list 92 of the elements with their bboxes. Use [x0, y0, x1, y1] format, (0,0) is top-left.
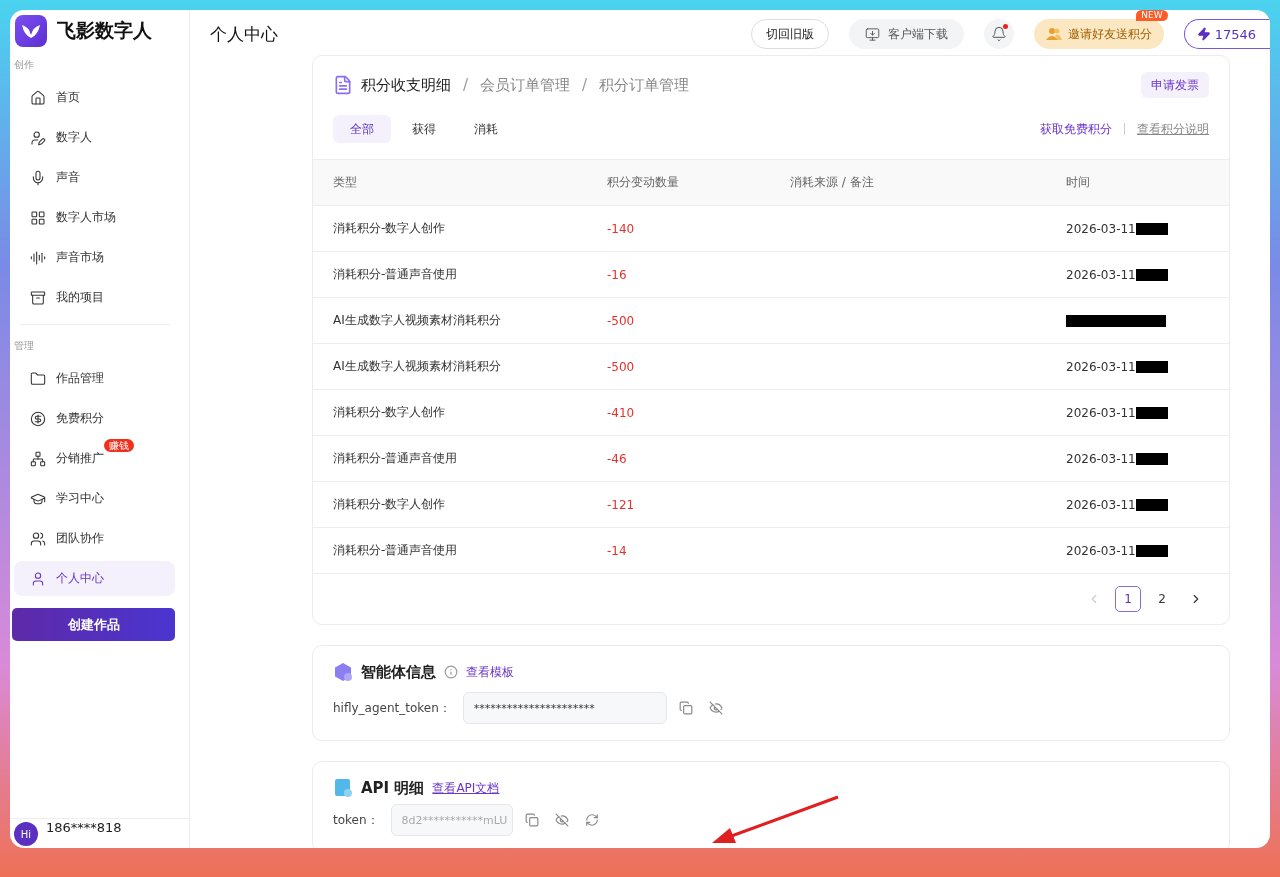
sound-wave-icon	[30, 249, 46, 266]
agent-icon	[333, 662, 353, 682]
table-cell: 2026-03-11	[1066, 497, 1136, 512]
table-cell: 消耗积分-普通声音使用	[313, 435, 587, 481]
sidebar-item[interactable]: 团队协作	[14, 521, 175, 556]
breadcrumb-separator: /	[463, 76, 469, 94]
filter-tab[interactable]: 消耗	[457, 115, 515, 143]
invite-button[interactable]: 邀请好友送积分	[1033, 19, 1164, 49]
new-badge: NEW	[1136, 10, 1168, 21]
table-cell: -410	[587, 389, 770, 435]
document-icon	[333, 75, 353, 95]
create-button[interactable]: 创建作品	[12, 608, 175, 641]
table-cell: -140	[587, 205, 770, 251]
sidebar-item[interactable]: 免费积分	[14, 401, 175, 436]
section-label: 管理	[13, 339, 35, 353]
bell-icon	[990, 26, 1007, 42]
column-header: 积分变动数量	[587, 159, 770, 205]
table-cell: -121	[587, 481, 770, 527]
old-version-button[interactable]: 切回旧版	[750, 19, 829, 49]
api-docs-link[interactable]: 查看API文档	[432, 779, 500, 797]
table-cell: AI生成数字人视频素材消耗积分	[313, 297, 587, 343]
field-label: token：	[333, 811, 379, 829]
table-cell: 2026-03-11	[1066, 267, 1136, 282]
table-cell: -14	[587, 527, 770, 573]
breadcrumb-tab[interactable]: 积分订单管理	[599, 75, 690, 95]
table-cell: 消耗积分-普通声音使用	[313, 251, 587, 297]
sidebar-item[interactable]: 数字人市场	[14, 200, 175, 235]
table-cell: 2026-03-11	[1066, 451, 1136, 466]
page-button[interactable]: 1	[1115, 586, 1141, 612]
grid-icon	[30, 209, 46, 226]
link[interactable]: 获取免费积分	[1040, 120, 1112, 138]
table-cell: 消耗积分-数字人创作	[313, 389, 587, 435]
sidebar-item[interactable]: 作品管理	[14, 361, 175, 396]
table-cell: 消耗积分-普通声音使用	[313, 527, 587, 573]
info-icon[interactable]	[444, 665, 458, 679]
app-logo-icon	[15, 14, 47, 47]
template-link[interactable]: 查看模板	[466, 663, 514, 681]
home-icon	[30, 89, 46, 106]
filter-tab[interactable]: 全部	[333, 115, 391, 143]
person-icon	[30, 129, 46, 146]
section-title: API 明细	[361, 778, 425, 798]
user-avatar[interactable]: Hi	[14, 822, 38, 846]
sidebar-item[interactable]: 声音	[14, 160, 175, 195]
table-cell: AI生成数字人视频素材消耗积分	[313, 343, 587, 389]
table-cell: -500	[587, 297, 770, 343]
sidebar-item[interactable]: 声音市场	[14, 240, 175, 275]
breadcrumb-tab[interactable]: 会员订单管理	[480, 75, 571, 95]
folder-icon	[30, 370, 46, 387]
lightning-icon	[1196, 27, 1211, 41]
microphone-icon	[30, 169, 46, 186]
people-icon	[1045, 27, 1062, 41]
api-icon	[333, 778, 353, 798]
user-phone: 186****818	[46, 820, 122, 835]
coin-icon	[30, 410, 46, 427]
breadcrumb-separator: /	[582, 76, 588, 94]
section-title: 智能体信息	[361, 662, 436, 682]
sidebar-item[interactable]: 我的项目	[14, 280, 175, 315]
field-label: hifly_agent_token：	[333, 699, 451, 717]
notification-button[interactable]	[983, 19, 1014, 49]
breadcrumb-tab[interactable]: 积分收支明细	[361, 75, 451, 95]
sidebar-item[interactable]: 数字人	[14, 120, 175, 155]
box-icon	[30, 289, 46, 306]
table-cell: 2026-03-11	[1066, 221, 1136, 236]
people-icon	[30, 530, 46, 547]
sidebar-item[interactable]: 学习中心	[14, 481, 175, 516]
network-icon	[30, 450, 46, 467]
monitor-download-icon	[864, 26, 880, 42]
filter-tab[interactable]: 获得	[395, 115, 453, 143]
column-header: 类型	[313, 159, 587, 205]
table-cell: 2026-03-11	[1066, 359, 1136, 374]
sidebar-item[interactable]: 分销推广 赚钱	[14, 441, 175, 476]
table-cell: -500	[587, 343, 770, 389]
table-cell: 消耗积分-数字人创作	[313, 481, 587, 527]
section-label: 创作	[13, 58, 35, 72]
points-button[interactable]: 17546	[1183, 19, 1270, 49]
table-cell: 2026-03-11	[1066, 405, 1136, 420]
token-field[interactable]: **********************	[462, 692, 667, 724]
sidebar-item[interactable]: 首页	[14, 80, 175, 115]
table-cell: 消耗积分-数字人创作	[313, 205, 587, 251]
invoice-button[interactable]: 申请发票	[1141, 72, 1209, 98]
table-cell: 2026-03-11	[1066, 543, 1136, 558]
link[interactable]: 查看积分说明	[1137, 120, 1209, 138]
sidebar-item[interactable]: 个人中心	[14, 561, 175, 596]
app-name: 飞影数字人	[57, 17, 152, 43]
column-header: 消耗来源 / 备注	[770, 159, 1046, 205]
person-icon	[30, 570, 46, 587]
download-button[interactable]: 客户端下载	[848, 19, 964, 49]
page-title: 个人中心	[210, 22, 278, 46]
promo-badge: 赚钱	[104, 439, 134, 452]
table-cell: -16	[587, 251, 770, 297]
table-cell: -46	[587, 435, 770, 481]
column-header: 时间	[1046, 159, 1229, 205]
